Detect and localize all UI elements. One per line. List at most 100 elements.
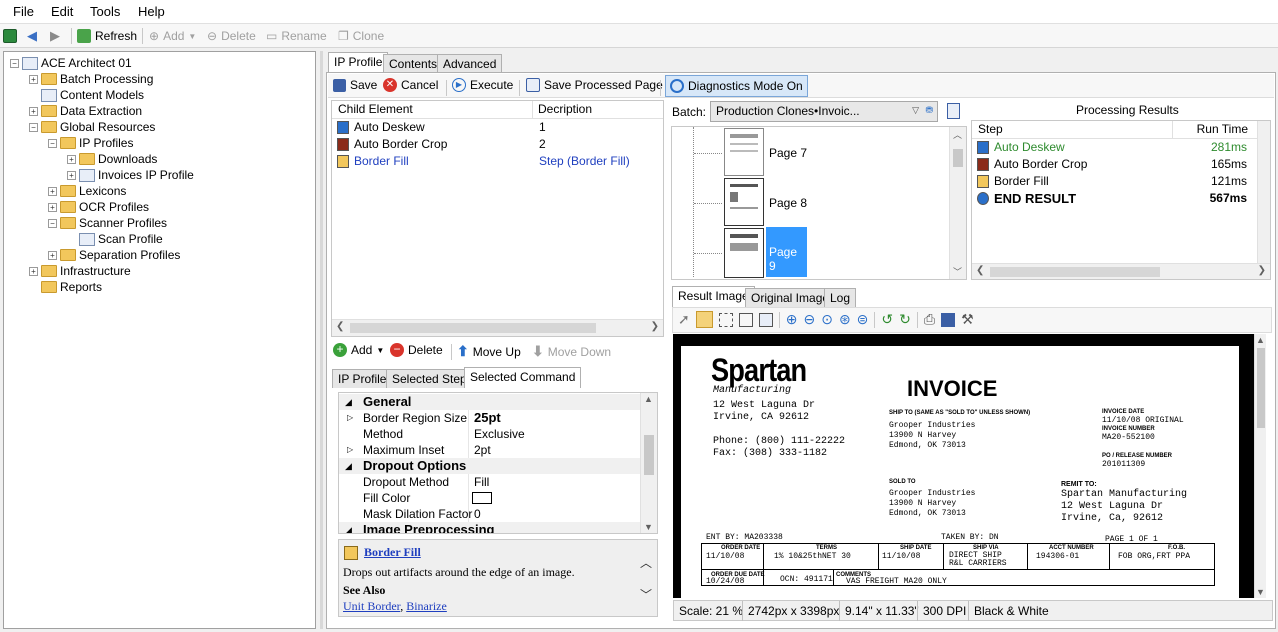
menu-help[interactable]: Help [138, 4, 165, 19]
thumbnail-scrollbar[interactable]: ︿ ﹀ [949, 127, 966, 279]
expand-icon[interactable]: + [48, 202, 57, 212]
expand-icon[interactable]: ▷ [347, 442, 353, 458]
collapse-icon[interactable]: − [29, 122, 38, 132]
delete-step-button[interactable]: − Delete [390, 343, 443, 357]
tree-node[interactable]: − Scanner Profiles [48, 215, 167, 231]
table-row[interactable]: Border Fill Step (Border Fill) [332, 153, 663, 170]
rotate-right-icon[interactable]: ↻ [899, 311, 911, 328]
collapse-icon[interactable]: − [48, 138, 57, 148]
select-region-icon[interactable] [718, 312, 733, 327]
subtab-selected-step[interactable]: Selected Step [386, 369, 473, 388]
tree-node[interactable]: − ACE Architect 01 [10, 55, 132, 71]
tree-node[interactable]: + Separation Profiles [48, 247, 180, 263]
save-processed-page-button[interactable]: Save Processed Page [526, 78, 663, 92]
rename-button[interactable]: ▭ Rename [266, 27, 327, 45]
menu-edit[interactable]: Edit [51, 4, 73, 19]
pan-hand-icon[interactable] [695, 311, 713, 328]
property-vertical-scrollbar[interactable]: ▲ ▼ [640, 393, 657, 533]
property-value[interactable]: 25pt [474, 410, 501, 426]
property-row[interactable]: ▷ Maximum Inset 2pt [339, 442, 640, 458]
collapse-icon[interactable]: ◢ [345, 458, 352, 474]
zoom-fit-icon[interactable]: ⊛ [839, 311, 851, 328]
diagnostics-mode-button[interactable]: Diagnostics Mode On [665, 75, 808, 97]
result-row[interactable]: Auto Border Crop 165ms [972, 156, 1257, 173]
batch-settings-icon[interactable] [947, 103, 960, 119]
results-vertical-scrollbar[interactable] [1257, 121, 1270, 263]
horizontal-scrollbar[interactable]: ❮ ❯ [332, 319, 663, 336]
add-button[interactable]: ⊕ Add ▼ [149, 27, 196, 45]
help-scroll-down-icon[interactable]: ﹀ [640, 586, 652, 603]
zoom-region-icon[interactable] [738, 312, 753, 327]
print-icon[interactable]: ⎙ [924, 311, 935, 328]
menu-file[interactable]: File [13, 4, 34, 19]
property-row[interactable]: Dropout Method Fill [339, 474, 640, 490]
result-row[interactable]: Auto Deskew 281ms [972, 139, 1257, 156]
property-category[interactable]: ◢ Image Preprocessing [339, 522, 640, 533]
expand-icon[interactable]: + [67, 170, 76, 180]
expand-icon[interactable]: + [48, 250, 57, 260]
color-swatch[interactable] [472, 492, 492, 504]
move-down-button[interactable]: ⬇ Move Down [532, 343, 611, 360]
result-row[interactable]: Border Fill 121ms [972, 173, 1257, 190]
tab-advanced[interactable]: Advanced [437, 54, 503, 72]
tab-original-image[interactable]: Original Image [745, 288, 836, 307]
batch-dropdown[interactable]: Production Clones•Invoic... ▽ ⛃ [710, 101, 938, 122]
tree-node[interactable]: − Global Resources [29, 119, 155, 135]
help-title-link[interactable]: Border Fill [364, 545, 421, 560]
page-8-label[interactable]: Page 8 [769, 196, 807, 210]
expand-icon[interactable]: + [29, 266, 38, 276]
col-header-child[interactable]: Child Element [332, 101, 533, 119]
tab-contents[interactable]: Contents [383, 54, 444, 72]
save-image-icon[interactable] [941, 312, 956, 327]
col-header-description[interactable]: Decription [533, 101, 663, 119]
page-8-thumbnail[interactable] [724, 178, 764, 226]
tools-icon[interactable]: ⚒ [961, 311, 974, 328]
zoom-actual-icon[interactable]: ⊙ [821, 311, 833, 328]
page-7-label[interactable]: Page 7 [769, 146, 807, 160]
tree-node[interactable]: + Infrastructure [29, 263, 131, 279]
cancel-button[interactable]: ✕ Cancel [383, 78, 438, 92]
zoom-width-icon[interactable]: ⊜ [857, 311, 869, 328]
zoom-in-icon[interactable]: ⊕ [786, 311, 798, 328]
image-vertical-scrollbar[interactable]: ▲ ▼ [1254, 334, 1266, 598]
back-button[interactable]: ◀ [27, 27, 37, 45]
tab-log[interactable]: Log [824, 288, 857, 307]
property-row[interactable]: Fill Color [339, 490, 640, 506]
move-up-button[interactable]: ⬆ Move Up [457, 343, 521, 360]
tree-node[interactable]: + Batch Processing [29, 71, 153, 87]
add-step-button[interactable]: + Add ▼ [333, 343, 384, 357]
subtab-ip-profile[interactable]: IP Profile [332, 369, 393, 388]
property-category[interactable]: ◢ Dropout Options [339, 458, 640, 474]
tab-ip-profile[interactable]: IP Profile [328, 52, 389, 73]
property-value[interactable]: 2pt [474, 442, 491, 458]
property-row[interactable]: Mask Dilation Factor 0 [339, 506, 640, 522]
tree-node[interactable]: + Lexicons [48, 183, 126, 199]
table-row[interactable]: Auto Border Crop 2 [332, 136, 663, 153]
expand-icon[interactable]: + [29, 74, 38, 84]
subtab-selected-command[interactable]: Selected Command [464, 367, 582, 388]
collapse-icon[interactable]: ◢ [345, 522, 352, 533]
col-header-run-time[interactable]: Run Time [1173, 121, 1258, 139]
result-image-viewer[interactable]: Spartan Manufacturing 12 West Laguna Dr … [673, 334, 1266, 598]
menu-tools[interactable]: Tools [90, 4, 120, 19]
rotate-left-icon[interactable]: ↺ [881, 311, 893, 328]
zoom-out-icon[interactable]: ⊖ [803, 311, 815, 328]
property-value[interactable]: 0 [474, 506, 481, 522]
binarize-link[interactable]: Binarize [406, 599, 447, 613]
property-value[interactable]: Exclusive [474, 426, 525, 442]
execute-button[interactable]: ▶ Execute [452, 78, 513, 92]
property-row[interactable]: ▷ Border Region Size 25pt [339, 410, 640, 426]
tree-node[interactable]: + OCR Profiles [48, 199, 149, 215]
unit-border-link[interactable]: Unit Border [343, 599, 400, 613]
forward-button[interactable]: ▶ [50, 27, 60, 45]
tree-node[interactable]: Content Models [29, 87, 144, 103]
delete-button[interactable]: ⊖ Delete [207, 27, 256, 45]
collapse-icon[interactable]: − [10, 58, 19, 68]
splitter[interactable] [320, 51, 323, 629]
tree-node[interactable]: + Data Extraction [29, 103, 142, 119]
expand-icon[interactable]: ▷ [347, 410, 353, 426]
property-value[interactable]: Fill [474, 474, 489, 490]
results-horizontal-scrollbar[interactable]: ❮ ❯ [972, 263, 1270, 279]
page-7-thumbnail[interactable] [724, 128, 764, 176]
col-header-step[interactable]: Step [972, 121, 1173, 139]
